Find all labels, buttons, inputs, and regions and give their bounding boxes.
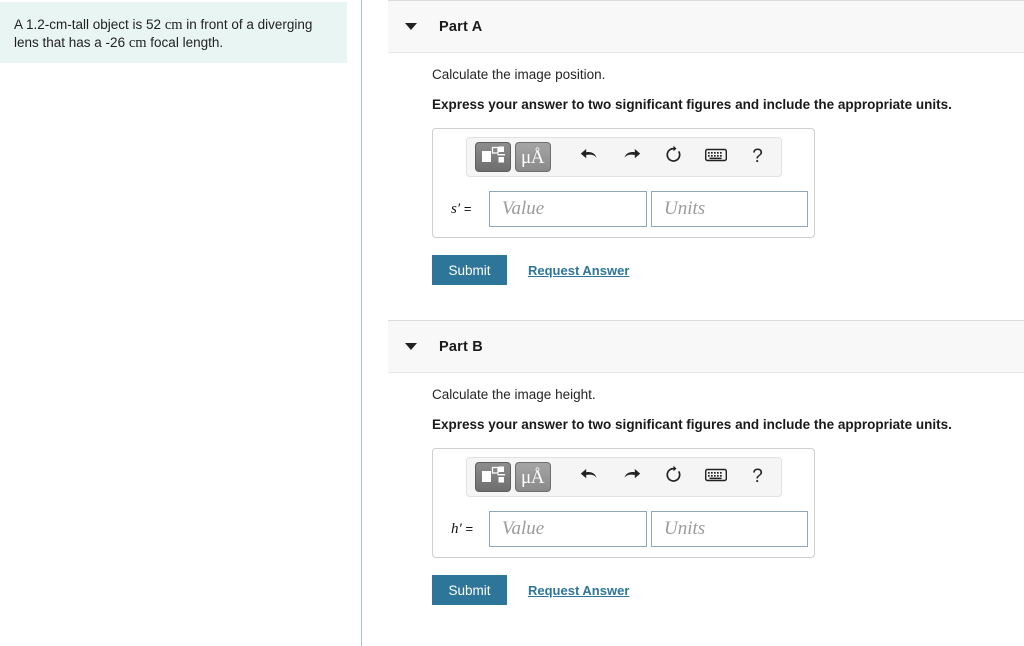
redo-button-b[interactable] — [615, 462, 649, 492]
undo-button-a[interactable] — [573, 142, 607, 172]
help-button-a[interactable]: ? — [741, 142, 775, 172]
question-seg-1-unit: cm — [164, 17, 183, 33]
submit-button-b[interactable]: Submit — [432, 575, 507, 605]
part-body-b: Calculate the image height. Express your… — [388, 373, 1024, 605]
action-row-a: Submit Request Answer — [432, 255, 1024, 285]
question-seg-4: focal length. — [146, 35, 224, 50]
answer-row-a: s′ = Value Units — [433, 191, 814, 227]
reset-circular-arrow-icon — [664, 145, 683, 169]
variable-prime-b: ′ — [458, 520, 462, 537]
micro-angstrom-icon: μÅ — [521, 146, 544, 168]
math-toolbar-a: μÅ ? — [465, 137, 782, 177]
variable-symbol-b: h — [451, 520, 459, 537]
question-seg-3-unit: cm — [128, 35, 147, 51]
question-mark-icon: ? — [752, 466, 763, 487]
undo-arrow-icon — [580, 146, 599, 168]
part-body-a: Calculate the image position. Express yo… — [388, 53, 1024, 285]
request-answer-link-a[interactable]: Request Answer — [528, 263, 629, 278]
part-spacer — [388, 285, 1024, 320]
part-title-a: Part A — [439, 18, 483, 35]
variable-label-a: s′ = — [451, 201, 489, 218]
answer-row-b: h′ = Value Units — [433, 511, 814, 547]
part-prompt-b: Calculate the image height. — [432, 387, 596, 402]
column-divider — [361, 0, 362, 646]
unit-symbol-button-b[interactable]: μÅ — [514, 462, 551, 492]
question-panel: A 1.2-cm-tall object is 52 cm in front o… — [0, 0, 361, 646]
part-title-b: Part B — [439, 338, 483, 355]
reset-button-a[interactable] — [657, 142, 691, 172]
action-row-b: Submit Request Answer — [432, 575, 1024, 605]
chevron-down-icon[interactable] — [405, 343, 417, 350]
value-placeholder-a: Value — [502, 198, 545, 219]
chevron-down-icon[interactable] — [405, 23, 417, 30]
micro-angstrom-icon: μÅ — [521, 466, 544, 488]
math-template-icon — [481, 145, 505, 170]
submit-button-a[interactable]: Submit — [432, 255, 507, 285]
reset-button-b[interactable] — [657, 462, 691, 492]
units-placeholder-a: Units — [664, 198, 706, 219]
equals-sign-b: = — [465, 520, 474, 536]
question-statement-box: A 1.2-cm-tall object is 52 cm in front o… — [0, 2, 347, 63]
part-instruction-b: Express your answer to two significant f… — [432, 417, 952, 432]
reset-circular-arrow-icon — [664, 465, 683, 489]
variable-label-b: h′ = — [451, 521, 489, 538]
math-template-button-a[interactable] — [474, 142, 511, 172]
part-instruction-a: Express your answer to two significant f… — [432, 97, 952, 112]
keyboard-icon — [704, 148, 727, 167]
redo-arrow-icon — [622, 466, 641, 488]
value-placeholder-b: Value — [502, 518, 545, 539]
page-root: A 1.2-cm-tall object is 52 cm in front o… — [0, 0, 1024, 646]
part-header-b[interactable]: Part B — [388, 320, 1024, 373]
help-button-b[interactable]: ? — [741, 462, 775, 492]
undo-button-b[interactable] — [573, 462, 607, 492]
equals-sign-a: = — [463, 200, 472, 216]
redo-button-a[interactable] — [615, 142, 649, 172]
variable-prime-a: ′ — [456, 200, 461, 217]
answer-panel: Part A Calculate the image position. Exp… — [388, 0, 1024, 646]
undo-arrow-icon — [580, 466, 599, 488]
math-template-button-b[interactable] — [474, 462, 511, 492]
request-answer-link-b[interactable]: Request Answer — [528, 583, 629, 598]
math-toolbar-b: μÅ ? — [465, 457, 782, 497]
units-placeholder-b: Units — [664, 518, 706, 539]
keyboard-icon — [704, 468, 727, 487]
answer-input-box-a: μÅ ? s′ = Value Units — [432, 128, 815, 238]
keyboard-button-a[interactable] — [699, 142, 733, 172]
units-input-b[interactable]: Units — [651, 511, 808, 547]
value-input-a[interactable]: Value — [489, 191, 647, 227]
units-input-a[interactable]: Units — [651, 191, 808, 227]
question-mark-icon: ? — [752, 146, 763, 167]
part-header-a[interactable]: Part A — [388, 0, 1024, 53]
question-seg-0: A 1.2-cm-tall object is 52 — [14, 17, 165, 32]
question-statement-text: A 1.2-cm-tall object is 52 cm in front o… — [14, 16, 331, 52]
math-template-icon — [481, 465, 505, 490]
unit-symbol-button-a[interactable]: μÅ — [514, 142, 551, 172]
part-prompt-a: Calculate the image position. — [432, 67, 606, 82]
value-input-b[interactable]: Value — [489, 511, 647, 547]
answer-input-box-b: μÅ ? h′ = Value Units — [432, 448, 815, 558]
keyboard-button-b[interactable] — [699, 462, 733, 492]
redo-arrow-icon — [622, 146, 641, 168]
